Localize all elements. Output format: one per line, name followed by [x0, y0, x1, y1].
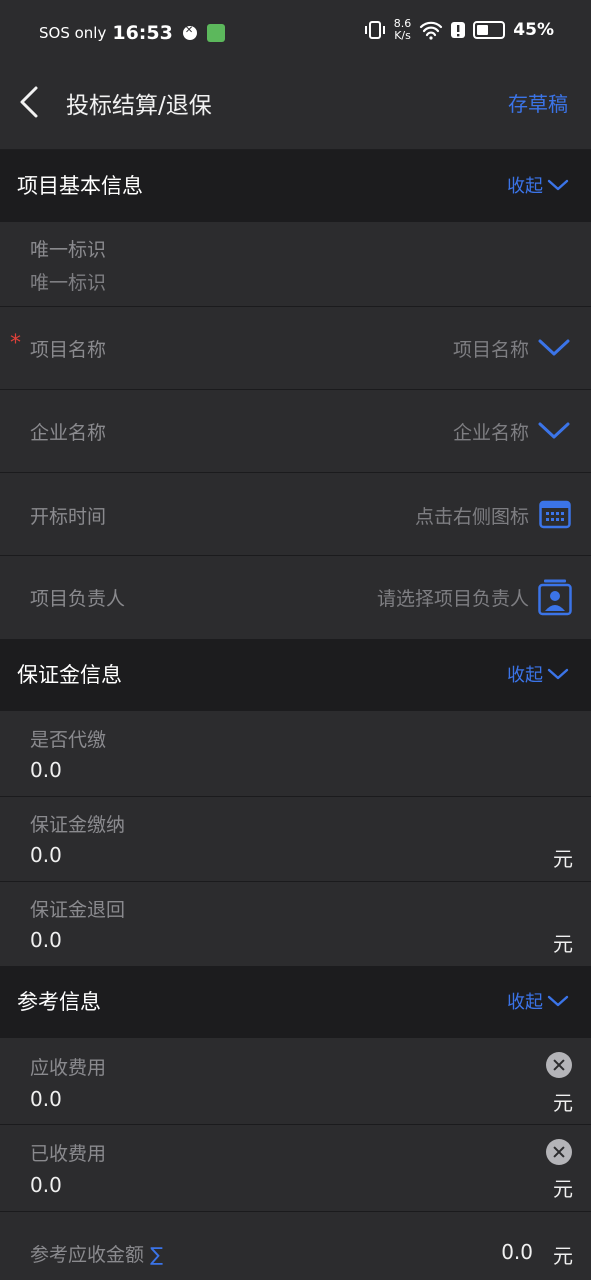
section-title: 保证金信息 [17, 663, 122, 687]
unique-id-row: 唯一标识 唯一标识 [0, 222, 591, 307]
battery-percent: 45% [513, 20, 554, 40]
chevron-down-icon[interactable] [537, 420, 571, 442]
field-label: 项目名称 [30, 339, 107, 361]
collapse-label: 收起 [507, 992, 543, 1013]
network-speed: 8.6 K/s [394, 18, 412, 42]
section-reference-info: 参考信息 收起 [0, 966, 591, 1038]
sum-icon: ∑ [150, 1244, 163, 1266]
received-fee-input[interactable]: 0.0 [30, 1173, 62, 1197]
field-label: 唯一标识 [30, 239, 107, 261]
collapse-button[interactable]: 收起 [507, 661, 569, 687]
carrier-text: SOS only [39, 24, 107, 42]
is-proxy-input[interactable]: 0.0 [30, 758, 62, 782]
company-name-row[interactable]: 企业名称 企业名称 [0, 390, 591, 473]
section-title: 参考信息 [17, 990, 101, 1014]
is-proxy-row: 是否代缴 0.0 [0, 712, 591, 797]
unit-label: 元 [553, 847, 573, 871]
vibrate-icon [364, 21, 385, 39]
reference-amount-row: 参考应收金额 ∑ 0.0 元 [0, 1212, 591, 1280]
received-fee-row: 已收费用 0.0 元 [0, 1125, 591, 1212]
collapse-label: 收起 [507, 176, 543, 197]
field-label: 应收费用 [30, 1057, 107, 1079]
required-mark: * [10, 331, 21, 356]
clear-icon[interactable] [546, 1052, 572, 1078]
field-label: 保证金缴纳 [30, 814, 126, 836]
chevron-down-icon [547, 668, 569, 680]
chevron-down-icon [547, 179, 569, 191]
chevron-down-icon [547, 995, 569, 1007]
clear-icon[interactable] [546, 1139, 572, 1165]
security-icon [182, 25, 197, 40]
deposit-paid-row: 保证金缴纳 0.0 元 [0, 797, 591, 882]
project-leader-hint: 请选择项目负责人 [376, 588, 529, 610]
section-title: 项目基本信息 [17, 174, 143, 198]
contact-picker-icon[interactable] [538, 578, 572, 616]
unit-label: 元 [553, 1177, 573, 1201]
section-deposit-info: 保证金信息 收起 [0, 639, 591, 711]
field-label: 企业名称 [30, 422, 107, 444]
status-left: SOS only 16:53 [39, 22, 225, 44]
field-label: 是否代缴 [30, 729, 107, 751]
reference-amount-label: 参考应收金额 [30, 1244, 145, 1266]
project-name-select[interactable]: 项目名称 [453, 335, 529, 362]
unique-id-input[interactable]: 唯一标识 [30, 268, 106, 295]
clock: 16:53 [112, 22, 173, 44]
unit-label: 元 [553, 1091, 573, 1115]
calendar-icon[interactable] [539, 499, 571, 529]
receivable-fee-row: 应收费用 0.0 元 [0, 1039, 591, 1125]
app-notification-icon [206, 24, 225, 42]
page-title: 投标结算/退保 [66, 93, 212, 119]
unit-label: 元 [553, 932, 573, 956]
bid-time-hint: 点击右侧图标 [414, 506, 529, 528]
alert-icon [451, 22, 466, 38]
wifi-icon [420, 21, 443, 40]
deposit-paid-input[interactable]: 0.0 [30, 843, 62, 867]
section-basic-info: 项目基本信息 收起 [0, 150, 591, 222]
field-label: 项目负责人 [30, 588, 126, 610]
company-name-select[interactable]: 企业名称 [453, 418, 529, 445]
status-right: 8.6 K/s 45% [364, 18, 554, 42]
reference-amount-value: 0.0 [501, 1240, 533, 1264]
project-name-row[interactable]: * 项目名称 项目名称 [0, 307, 591, 390]
save-draft-button[interactable]: 存草稿 [508, 88, 568, 117]
deposit-returned-input[interactable]: 0.0 [30, 928, 62, 952]
field-label: 已收费用 [30, 1143, 107, 1165]
field-label: 参考应收金额 ∑ [30, 1240, 163, 1267]
status-bar: SOS only 16:53 8.6 K/s 45% [0, 0, 591, 66]
app-bar: 投标结算/退保 存草稿 [0, 66, 591, 150]
unit-label: 元 [553, 1244, 573, 1268]
bid-time-row[interactable]: 开标时间 点击右侧图标 [0, 473, 591, 556]
battery-icon [473, 21, 506, 39]
back-arrow-icon[interactable] [16, 84, 44, 120]
chevron-down-icon[interactable] [537, 337, 571, 359]
collapse-button[interactable]: 收起 [507, 172, 569, 198]
collapse-button[interactable]: 收起 [507, 988, 569, 1014]
project-leader-row[interactable]: 项目负责人 请选择项目负责人 [0, 556, 591, 638]
field-label: 保证金退回 [30, 899, 126, 921]
receivable-fee-input[interactable]: 0.0 [30, 1087, 62, 1111]
collapse-label: 收起 [507, 665, 543, 686]
speed-unit: K/s [394, 29, 411, 42]
field-label: 开标时间 [30, 506, 107, 528]
deposit-returned-row: 保证金退回 0.0 元 [0, 882, 591, 966]
